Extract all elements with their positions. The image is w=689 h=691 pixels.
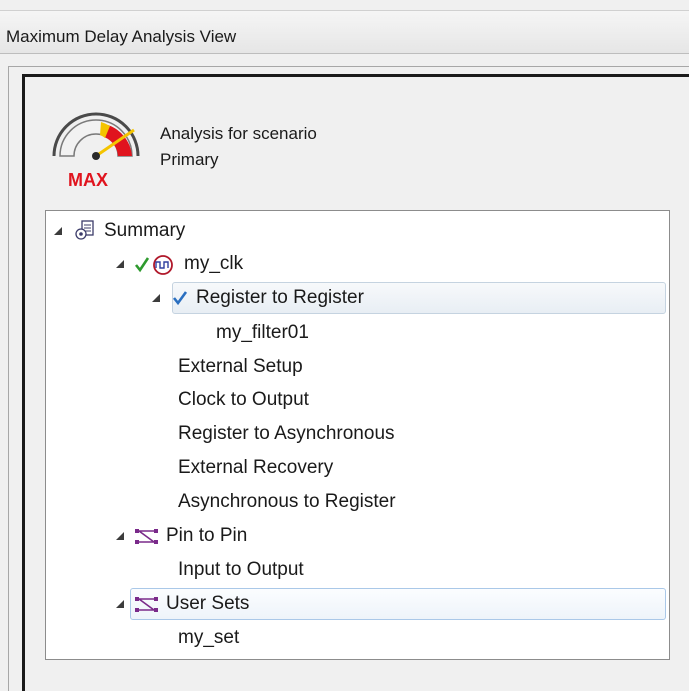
tree-item-label: Summary	[104, 220, 186, 241]
analysis-for-scenario-label: Analysis for scenario	[160, 124, 317, 143]
tree-item-external-setup[interactable]: External Setup	[178, 351, 303, 383]
tree-item-label: External Setup	[178, 356, 303, 377]
expand-arrow-icon[interactable]	[152, 294, 160, 302]
tree-item-label: my_filter01	[216, 322, 309, 343]
tree-item-input-to-output[interactable]: Input to Output	[178, 554, 304, 586]
tree-item-my-filter01[interactable]: my_filter01	[216, 317, 309, 349]
tree-item-external-recovery[interactable]: External Recovery	[178, 452, 333, 484]
clock-status-icon	[134, 255, 173, 275]
expand-arrow-icon[interactable]	[116, 600, 124, 608]
tree-item-label: Register to Asynchronous	[178, 423, 395, 444]
path-set-icon	[135, 529, 158, 544]
analysis-tree[interactable]: Summary my_clk Register to Register my_f…	[45, 210, 670, 660]
tree-item-label: my_set	[178, 627, 240, 648]
scenario-name: Primary	[160, 150, 219, 169]
tree-item-label: Input to Output	[178, 559, 304, 580]
maximum-delay-analysis-window: Maximum Delay Analysis View MAX Analysis…	[0, 0, 689, 691]
tree-item-clock-to-output[interactable]: Clock to Output	[178, 384, 309, 416]
max-gauge-icon: MAX	[52, 112, 140, 190]
view-title: Maximum Delay Analysis View	[6, 27, 237, 46]
view-titlebar: Maximum Delay Analysis View	[0, 10, 689, 54]
tree-item-label: Clock to Output	[178, 389, 309, 410]
tree-item-my-set[interactable]: my_set	[178, 622, 239, 654]
tree-item-register-to-asynchronous[interactable]: Register to Asynchronous	[178, 418, 395, 450]
tree-item-label: Asynchronous to Register	[178, 491, 396, 512]
summary-icon	[75, 220, 94, 240]
tree-item-label: my_clk	[184, 253, 244, 274]
expand-arrow-icon[interactable]	[54, 227, 62, 235]
check-icon	[172, 291, 188, 306]
expand-arrow-icon[interactable]	[116, 260, 124, 268]
tree-item-label: External Recovery	[178, 457, 334, 478]
tree-item-label: Pin to Pin	[166, 525, 248, 546]
expand-arrow-icon[interactable]	[116, 532, 124, 540]
tree-item-asynchronous-to-register[interactable]: Asynchronous to Register	[178, 486, 396, 518]
path-set-icon	[135, 597, 158, 612]
tree-item-label: User Sets	[166, 593, 250, 614]
gauge-label: MAX	[68, 170, 108, 190]
tree-item-label: Register to Register	[196, 287, 364, 308]
